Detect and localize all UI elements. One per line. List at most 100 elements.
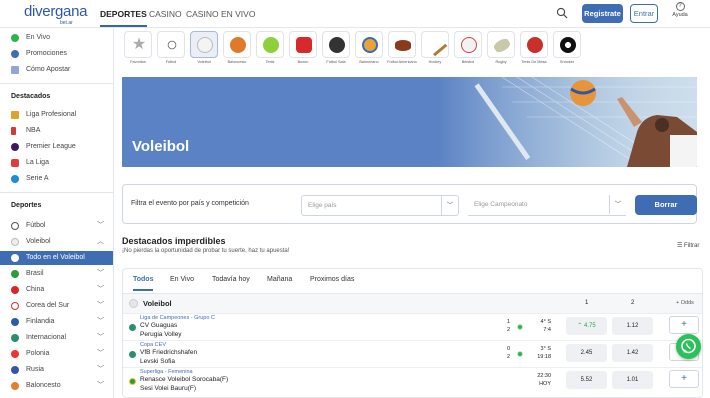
odd-1-button[interactable]: ⌃ 4.75 <box>566 317 607 335</box>
event-row[interactable]: Copa CEV VfB Friedrichshafen Levski Sofi… <box>123 340 702 367</box>
sidebar-item-baloncesto[interactable]: Baloncesto ﹀ <box>0 379 113 393</box>
globe-icon <box>129 324 136 331</box>
sport-hockey[interactable]: Hockey <box>419 31 451 73</box>
sidebar-item-premier-league[interactable]: Premier League <box>0 140 113 154</box>
whatsapp-button[interactable] <box>676 334 701 359</box>
search-icon[interactable] <box>556 7 568 19</box>
chevron-down-icon[interactable]: ﹀ <box>97 315 104 329</box>
odd-2-button[interactable]: 1.12 <box>612 317 653 335</box>
tab-manana[interactable]: Mañana <box>267 276 292 283</box>
arrow-up-icon: ⌃ <box>577 323 584 329</box>
odd-2-button[interactable]: 1.01 <box>612 371 653 389</box>
flag-finland-icon <box>11 318 19 326</box>
filter-toggle[interactable]: ☰ Filtrar <box>677 242 699 249</box>
sliders-icon: ☰ <box>677 243 685 249</box>
sport-baloncesto[interactable]: Baloncesto <box>221 31 253 73</box>
sport-tenis-de-mesa[interactable]: Tenis De Mesa <box>518 31 550 73</box>
section-header: Voleibol 1 2 + Odds <box>123 294 702 314</box>
section-title: Voleibol <box>143 299 172 308</box>
sidebar-item-china[interactable]: China ﹀ <box>0 283 113 297</box>
sidebar-item-todo-voleibol[interactable]: Todo en el Voleibol <box>0 251 113 265</box>
sidebar-item-promociones[interactable]: Promociones <box>0 47 113 61</box>
top-bar: divergana bet.ar DEPORTES CASINO CASINO … <box>0 0 710 28</box>
tab-proximos-dias[interactable]: Proximos días <box>310 276 354 283</box>
sidebar-item-serie-a[interactable]: Serie A <box>0 172 113 186</box>
event-set-score: 7:4 <box>543 327 551 333</box>
sidebar-item-en-vivo[interactable]: En Vivo <box>0 31 113 45</box>
headset-icon: ? <box>675 2 685 11</box>
volleyball-icon <box>129 299 138 308</box>
sport-futbol-sala[interactable]: Fútbol Sala <box>320 31 352 73</box>
sport-futbol[interactable]: Fútbol <box>155 31 187 73</box>
la-liga-icon <box>11 159 19 167</box>
register-button[interactable]: Registrate <box>582 4 623 23</box>
odd-2-button[interactable]: 1.42 <box>612 344 653 362</box>
logo[interactable]: divergana bet.ar <box>24 1 87 27</box>
featured-title: Destacados <box>11 93 51 100</box>
chevron-down-icon[interactable]: ﹀ <box>97 379 104 393</box>
nav-casino-en-vivo[interactable]: CASINO EN VIVO <box>186 9 255 19</box>
flag-brazil-icon <box>129 378 136 385</box>
chevron-down-icon[interactable]: ﹀ <box>97 347 104 361</box>
help-button[interactable]: ? Ayuda <box>668 2 692 26</box>
flag-russia-icon <box>11 366 19 374</box>
sidebar-item-rusia[interactable]: Rusia ﹀ <box>0 363 113 377</box>
flag-china-icon <box>11 286 19 294</box>
sport-favoritos[interactable]: ★ Favoritos <box>122 31 154 73</box>
chevron-down-icon[interactable]: ﹀ <box>97 219 104 233</box>
tab-todos[interactable]: Todos <box>133 276 154 291</box>
chevron-down-icon[interactable]: ﹀ <box>97 299 104 313</box>
sport-balonmano[interactable]: Balonmano <box>353 31 385 73</box>
event-team-2: Perugia Volley <box>140 331 182 338</box>
sidebar-item-polonia[interactable]: Polonia ﹀ <box>0 347 113 361</box>
chevron-down-icon[interactable]: ﹀ <box>97 331 104 345</box>
sport-tenis[interactable]: Tenis <box>254 31 286 73</box>
event-row[interactable]: Liga de Campeones - Grupo C CV Guaguas P… <box>123 313 702 340</box>
sport-boxeo[interactable]: Boxeo <box>287 31 319 73</box>
whatsapp-icon <box>681 338 696 354</box>
baseball-icon <box>461 37 477 53</box>
sidebar-item-como-apostar[interactable]: Cómo Apostar <box>0 63 113 77</box>
sport-rugby[interactable]: Rugby <box>485 31 517 73</box>
country-select[interactable]: Elige país ﹀ <box>301 195 459 216</box>
filter-box: Filtra el evento por país y competición … <box>122 184 697 224</box>
chevron-down-icon[interactable]: ﹀ <box>97 363 104 377</box>
sport-voleibol[interactable]: Voleibol <box>188 31 220 73</box>
nav-casino[interactable]: CASINO <box>149 9 182 19</box>
american-football-icon <box>395 40 411 51</box>
column-1: 1 <box>585 300 589 306</box>
chevron-down-icon[interactable]: ﹀ <box>97 267 104 281</box>
sidebar-item-la-liga[interactable]: La Liga <box>0 156 113 170</box>
event-league: Liga de Campeones - Grupo C <box>140 315 215 321</box>
live-icon <box>517 324 523 330</box>
soccer-ball-icon <box>11 222 19 230</box>
event-row[interactable]: Superliga - Femenina Renasce Voleibol So… <box>123 367 702 394</box>
login-button[interactable]: Entrar <box>630 4 658 23</box>
tab-en-vivo[interactable]: En Vivo <box>170 276 194 283</box>
more-odds-button[interactable]: + <box>669 316 699 334</box>
gift-icon <box>11 50 19 58</box>
sport-futbol-americano[interactable]: Fútbol Americano <box>386 31 418 73</box>
chevron-down-icon[interactable]: ﹀ <box>97 283 104 297</box>
sidebar-item-liga-profesional[interactable]: Liga Profesional <box>0 108 113 122</box>
sidebar-item-brasil[interactable]: Brasil ﹀ <box>0 267 113 281</box>
sidebar-item-internacional[interactable]: Internacional ﹀ <box>0 331 113 345</box>
tab-todavia-hoy[interactable]: Todavía hoy <box>212 276 250 283</box>
championship-select[interactable]: Elige Campeonato ﹀ <box>468 195 626 216</box>
sport-snooker[interactable]: Snooker <box>551 31 583 73</box>
sidebar-item-corea[interactable]: Corea del Sur ﹀ <box>0 299 113 313</box>
serie-a-icon <box>11 175 19 183</box>
odd-1-button[interactable]: 2.45 <box>566 344 607 362</box>
sport-beisbol[interactable]: Béisbol <box>452 31 484 73</box>
nav-deportes[interactable]: DEPORTES <box>100 9 147 27</box>
sidebar-item-nba[interactable]: NBA <box>0 124 113 138</box>
event-team-1: CV Guaguas <box>140 322 178 329</box>
clear-button[interactable]: Borrar <box>635 195 697 215</box>
chevron-up-icon[interactable]: ︿ <box>97 235 104 249</box>
more-odds-button[interactable]: + <box>669 370 699 388</box>
sidebar-item-voleibol[interactable]: Voleibol ︿ <box>0 235 113 249</box>
book-icon <box>11 66 19 74</box>
odd-1-button[interactable]: 5.52 <box>566 371 607 389</box>
sidebar-item-finlandia[interactable]: Finlandia ﹀ <box>0 315 113 329</box>
sidebar-item-futbol[interactable]: Fútbol ﹀ <box>0 219 113 233</box>
